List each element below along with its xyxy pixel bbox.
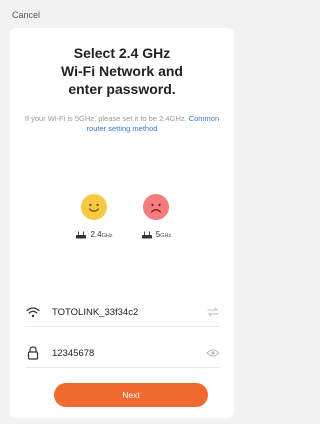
band-unit-2-4: GHz — [101, 233, 113, 239]
band-hint: If your Wi-Fi is 5GHz, please set it to … — [20, 114, 224, 134]
wifi-setup-screen: Cancel Select 2.4 GHz Wi-Fi Network and … — [0, 0, 244, 424]
lock-icon — [26, 346, 40, 360]
happy-face-icon — [81, 194, 107, 220]
sad-face-icon — [143, 194, 169, 220]
band-2-4ghz: 2.4GHz — [64, 194, 124, 239]
band-5ghz: 5GHz — [126, 194, 186, 239]
band-value-2-4: 2.4 — [90, 230, 102, 239]
cancel-button[interactable]: Cancel — [12, 10, 40, 20]
title-line-2: Wi-Fi Network and — [61, 63, 183, 79]
band-label-2-4: 2.4GHz — [64, 230, 124, 239]
band-unit-5: GHz — [160, 233, 172, 239]
page-title: Select 2.4 GHz Wi-Fi Network and enter p… — [10, 44, 234, 98]
wifi-icon — [26, 305, 40, 319]
switch-network-icon[interactable] — [206, 307, 220, 317]
wifi-password-field[interactable]: 12345678 — [26, 339, 220, 368]
hint-text: If your Wi-Fi is 5GHz, please set it to … — [24, 114, 187, 123]
eye-icon[interactable] — [206, 348, 220, 358]
title-line-1: Select 2.4 GHz — [73, 45, 171, 61]
router-icon — [141, 231, 153, 239]
title-line-3: enter password. — [68, 81, 176, 97]
band-illustration: 2.4GHz 5GHz — [10, 194, 234, 264]
setup-card: Select 2.4 GHz Wi-Fi Network and enter p… — [10, 28, 234, 418]
wifi-password-value[interactable]: 12345678 — [52, 348, 206, 359]
next-button[interactable]: Next — [54, 383, 208, 407]
band-label-5: 5GHz — [126, 230, 186, 239]
wifi-ssid-field[interactable]: TOTOLINK_33f34c2 — [26, 298, 220, 327]
wifi-ssid-value[interactable]: TOTOLINK_33f34c2 — [52, 307, 206, 318]
router-icon — [75, 231, 87, 239]
